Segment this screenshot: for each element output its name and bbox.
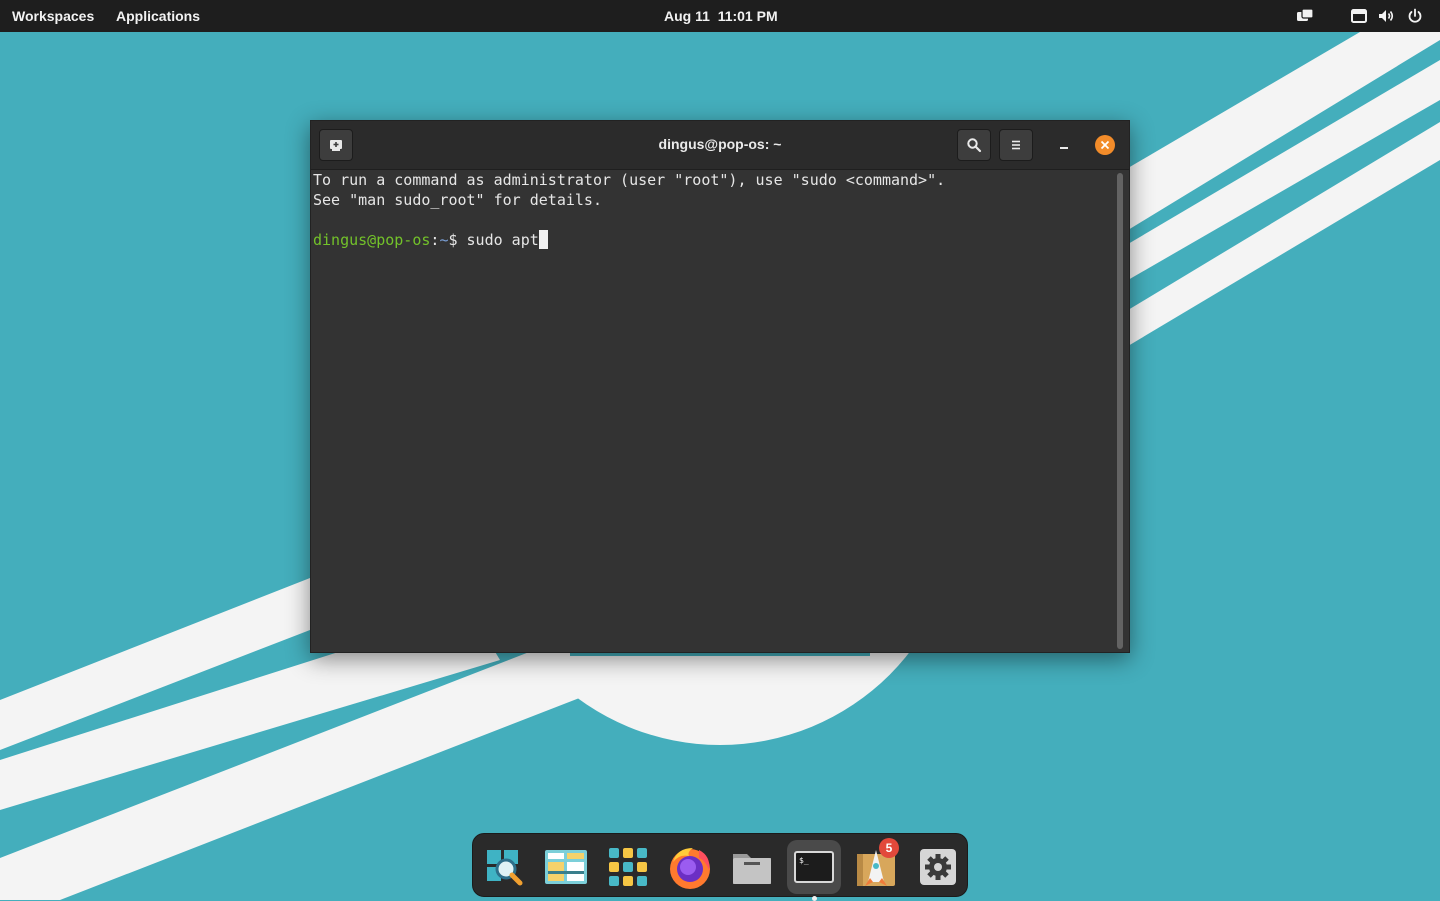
minimize-icon bbox=[1060, 147, 1068, 149]
scrollbar[interactable] bbox=[1117, 173, 1123, 649]
text-cursor bbox=[538, 230, 548, 249]
terminal-titlebar[interactable]: dingus@pop-os: ~ bbox=[311, 121, 1129, 170]
power-icon[interactable] bbox=[1406, 7, 1424, 25]
workspaces-app-icon[interactable] bbox=[539, 840, 593, 894]
prompt-user: dingus@pop-os bbox=[313, 231, 431, 249]
command-input[interactable]: sudo apt bbox=[467, 231, 539, 249]
new-tab-button[interactable] bbox=[319, 129, 353, 161]
dock: $_ 5 bbox=[472, 833, 968, 901]
settings-icon[interactable] bbox=[911, 840, 965, 894]
search-app-icon[interactable] bbox=[477, 840, 531, 894]
svg-text:$_: $_ bbox=[799, 856, 809, 865]
top-panel: Workspaces Applications Aug 11 11:01 PM bbox=[0, 0, 1440, 32]
search-icon bbox=[967, 138, 982, 153]
app-grid-icon[interactable] bbox=[601, 840, 655, 894]
search-button[interactable] bbox=[957, 129, 991, 161]
update-count-badge: 5 bbox=[879, 838, 899, 858]
menu-button[interactable] bbox=[999, 129, 1033, 161]
new-tab-icon bbox=[330, 140, 342, 151]
close-icon bbox=[1100, 140, 1110, 150]
volume-icon[interactable] bbox=[1377, 7, 1395, 25]
notifications-icon[interactable] bbox=[1296, 7, 1314, 25]
terminal-prompt-line: dingus@pop-os:~$ sudo apt bbox=[313, 230, 548, 250]
terminal-output[interactable]: To run a command as administrator (user … bbox=[311, 170, 1129, 652]
clock-button[interactable]: Aug 11 11:01 PM bbox=[664, 0, 778, 32]
terminal-line: To run a command as administrator (user … bbox=[313, 171, 946, 189]
terminal-line: See "man sudo_root" for details. bbox=[313, 191, 602, 209]
hamburger-menu-icon bbox=[1012, 140, 1020, 150]
workspaces-button[interactable]: Workspaces bbox=[12, 0, 94, 32]
firefox-icon[interactable] bbox=[663, 840, 717, 894]
applications-button[interactable]: Applications bbox=[116, 0, 200, 32]
clock-date: Aug 11 bbox=[664, 8, 710, 24]
running-indicator bbox=[812, 896, 817, 901]
terminal-icon[interactable]: $_ bbox=[787, 840, 841, 901]
prompt-symbol: $ bbox=[448, 231, 467, 249]
terminal-window[interactable]: dingus@pop-os: ~ To run a command as adm… bbox=[310, 120, 1130, 653]
files-icon[interactable] bbox=[725, 840, 779, 894]
keyboard-icon[interactable] bbox=[1350, 7, 1368, 25]
pop-shop-icon[interactable]: 5 bbox=[849, 838, 903, 894]
clock-time: 11:01 PM bbox=[717, 8, 778, 24]
minimize-button[interactable] bbox=[1053, 134, 1075, 156]
close-button[interactable] bbox=[1095, 135, 1115, 155]
